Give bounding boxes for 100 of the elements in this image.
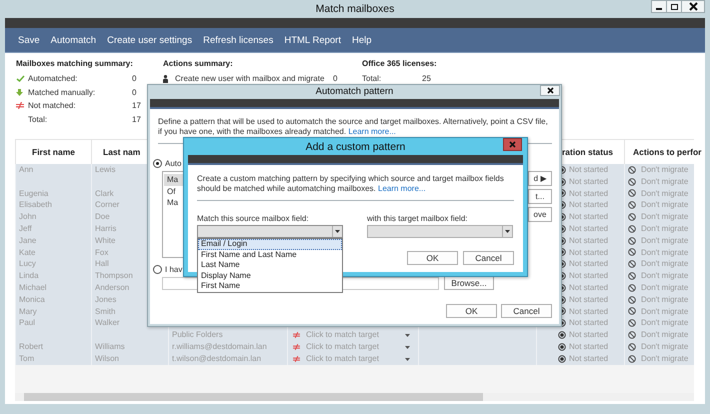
prohibited-icon [628, 272, 636, 280]
prohibited-icon [628, 189, 636, 198]
table-cell: Not started [569, 258, 608, 270]
dropdown[interactable] [197, 225, 343, 238]
table-cell: Kate [19, 246, 36, 258]
table-cell: Don't migrate [641, 164, 688, 176]
table-cell: Don't migrate [641, 258, 688, 270]
maximize-button[interactable] [666, 0, 682, 13]
prohibited-icon [628, 354, 636, 363]
menu-item[interactable]: Automatch [46, 34, 102, 46]
radio-label[interactable]: I hav [165, 264, 182, 274]
summary-label: Total: [28, 114, 48, 124]
table-cell: Michael [19, 282, 47, 294]
radio-label[interactable]: Auto [165, 158, 182, 168]
dropdown-option[interactable]: Last Name [198, 260, 342, 270]
summary-value: 0 [132, 74, 136, 84]
table-cell: Not started [569, 282, 608, 294]
side-button[interactable]: ove [528, 207, 552, 222]
dropdown-option[interactable]: Email / Login [198, 239, 342, 250]
table-cell: Not started [569, 270, 608, 282]
table-cell: Not started [569, 306, 608, 318]
dialog-button[interactable]: Cancel [501, 304, 552, 318]
table-cell: Doe [95, 211, 110, 223]
browse-button[interactable]: Browse... [444, 276, 494, 290]
close-icon [546, 87, 554, 94]
table-cell: Don't migrate [641, 246, 688, 258]
summary-value: 25 [422, 74, 431, 84]
prohibited-icon [628, 178, 636, 186]
table-cell: Don't migrate [641, 234, 688, 247]
close-button[interactable] [540, 85, 560, 96]
minimize-button[interactable] [651, 0, 667, 13]
table-cell: Not started [569, 188, 608, 200]
learn-more-link[interactable]: Learn more... [378, 184, 426, 193]
summary-title: Mailboxes matching summary: [16, 59, 134, 70]
close-button[interactable] [681, 0, 705, 13]
not-equal-icon [293, 356, 300, 362]
table-cell: Don't migrate [641, 306, 688, 318]
summary-title: Actions summary: [163, 59, 234, 70]
menu-item[interactable]: Refresh licenses [198, 34, 278, 46]
dialog-button[interactable]: OK [407, 251, 458, 265]
learn-more-link[interactable]: Learn more... [348, 127, 396, 136]
table-cell: John [19, 211, 36, 223]
column-header[interactable]: Actions to perfor [633, 147, 702, 157]
table-cell: Not started [569, 329, 608, 341]
radio-button[interactable] [153, 158, 162, 168]
menu-item[interactable]: Save [13, 34, 45, 46]
dropdown-option[interactable]: First Name and Last Name [198, 250, 342, 260]
table-cell: Not started [569, 294, 608, 306]
table-cell: Don't migrate [641, 222, 688, 235]
table-cell: Eugenia [19, 188, 48, 200]
field-label: with this target mailbox field: [367, 214, 468, 223]
table-cell: t.wilson@destdomain.lan [172, 352, 262, 365]
table-cell: White [95, 234, 116, 247]
table-cell: Not started [569, 211, 608, 223]
table-cell: Don't migrate [641, 282, 688, 294]
table-cell: Anderson [95, 282, 130, 294]
description-text: Create a custom matching pattern by specifying which source and target mailbox fields should be matched while automatching mailboxes. Learn more... [197, 174, 505, 194]
menu-item[interactable]: Create user settings [102, 34, 198, 46]
caret-icon[interactable] [405, 346, 410, 349]
table-cell: Corner [95, 199, 120, 212]
window-title: Match mailboxes [316, 3, 394, 15]
table-cell: Not started [569, 352, 608, 365]
table-cell: Elisabeth [19, 199, 52, 212]
menu-item[interactable]: Help [347, 34, 377, 46]
side-button[interactable]: d ▶ [528, 171, 552, 186]
prohibited-icon [628, 342, 636, 351]
down-arrow-icon [16, 88, 23, 96]
table-cell: Paul [19, 317, 36, 330]
table-cell: Don't migrate [641, 199, 688, 212]
dropdown-option[interactable]: Display Name [198, 270, 342, 281]
summary-value: 17 [132, 114, 141, 124]
table-cell: Jones [95, 294, 116, 306]
column-header[interactable]: First name [32, 147, 75, 157]
not-equal-icon [293, 332, 300, 338]
column-header[interactable]: Last nam [103, 147, 140, 157]
table-cell: Lucy [19, 258, 36, 270]
dropdown-option[interactable]: First Name [198, 281, 342, 292]
table-cell: Not started [569, 340, 608, 353]
table-cell: Harris [95, 222, 116, 235]
table-cell: Don't migrate [641, 294, 688, 306]
table-cell: Not started [569, 317, 608, 330]
not-equal-icon [293, 344, 300, 350]
caret-icon[interactable] [405, 358, 410, 361]
caret-icon[interactable] [405, 334, 410, 338]
side-button[interactable]: t... [528, 189, 552, 204]
menu-item[interactable]: HTML Report [279, 34, 346, 46]
close-icon [688, 2, 698, 11]
dialog-button[interactable]: OK [446, 304, 497, 318]
prohibited-icon [628, 284, 636, 292]
prohibited-icon [628, 224, 636, 233]
table-cell: Wilson [95, 352, 120, 365]
table-cell: Not started [569, 164, 608, 176]
table-cell: Not started [569, 234, 608, 247]
column-header[interactable]: ration status [562, 147, 614, 157]
dialog-button[interactable]: Cancel [463, 251, 514, 265]
table-cell: r.williams@destdomain.lan [172, 340, 267, 353]
prohibited-icon [628, 260, 636, 268]
table-cell: Don't migrate [641, 188, 688, 200]
not-equal-icon [16, 102, 24, 110]
radio-button[interactable] [153, 264, 162, 274]
